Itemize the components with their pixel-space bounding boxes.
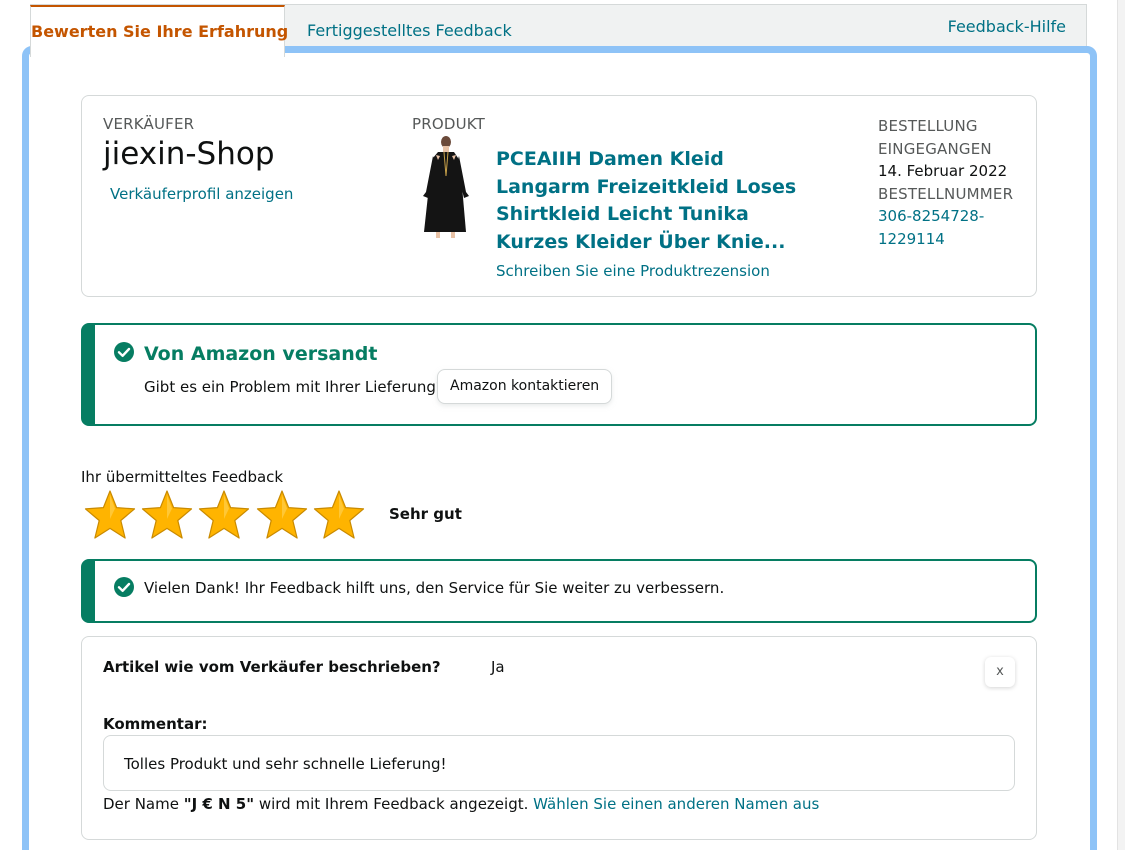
tab-rate-experience[interactable]: Bewerten Sie Ihre Erfahrung bbox=[30, 5, 288, 57]
order-info-card: VERKÄUFER jiexin-Shop Verkäuferprofil an… bbox=[81, 95, 1037, 297]
comment-label: Kommentar: bbox=[103, 715, 208, 733]
product-label: PRODUKT bbox=[412, 115, 486, 133]
rating-text: Sehr gut bbox=[389, 505, 462, 523]
seller-label: VERKÄUFER bbox=[103, 115, 195, 133]
write-review-link[interactable]: Schreiben Sie eine Produktrezension bbox=[496, 262, 770, 280]
display-name-prefix: Der Name bbox=[103, 795, 179, 813]
display-name-line: Der Name "J € N 5" wird mit Ihrem Feedba… bbox=[103, 795, 819, 813]
star-icon[interactable] bbox=[141, 489, 193, 541]
star-icon[interactable] bbox=[84, 489, 136, 541]
shipping-alert-title: Von Amazon versandt bbox=[144, 343, 378, 365]
change-name-link[interactable]: Wählen Sie einen anderen Namen aus bbox=[533, 795, 819, 813]
feedback-content: VERKÄUFER jiexin-Shop Verkäuferprofil an… bbox=[0, 0, 1125, 850]
display-name-suffix: wird mit Ihrem Feedback angezeigt. bbox=[258, 795, 529, 813]
seller-profile-link[interactable]: Verkäuferprofil anzeigen bbox=[110, 185, 293, 203]
star-rating bbox=[84, 489, 374, 541]
display-name-value: "J € N 5" bbox=[183, 795, 255, 813]
shipped-by-amazon-alert: Von Amazon versandt Gibt es ein Problem … bbox=[81, 323, 1037, 426]
contact-amazon-button[interactable]: Amazon kontaktieren bbox=[437, 369, 613, 404]
seller-name: jiexin-Shop bbox=[103, 136, 275, 172]
order-received-label: BESTELLUNG bbox=[878, 117, 978, 135]
star-icon[interactable] bbox=[313, 489, 365, 541]
feedback-detail-card: Artikel wie vom Verkäufer beschrieben? J… bbox=[81, 636, 1037, 840]
order-date: 14. Februar 2022 bbox=[878, 162, 1008, 180]
order-number-label: BESTELLNUMMER bbox=[878, 184, 1014, 203]
star-icon[interactable] bbox=[198, 489, 250, 541]
thanks-alert: Vielen Dank! Ihr Feedback hilft uns, den… bbox=[81, 559, 1037, 623]
comment-field[interactable]: Tolles Produkt und sehr schnelle Lieferu… bbox=[103, 735, 1015, 791]
product-thumbnail[interactable] bbox=[416, 136, 474, 238]
thanks-message: Vielen Dank! Ihr Feedback hilft uns, den… bbox=[144, 579, 725, 597]
as-described-question: Artikel wie vom Verkäufer beschrieben? bbox=[103, 658, 441, 676]
product-title-link[interactable]: PCEAIIH Damen Kleid Langarm Freizeitklei… bbox=[496, 146, 816, 256]
submitted-feedback-label: Ihr übermitteltes Feedback bbox=[81, 468, 284, 486]
order-details: BESTELLUNG EINGEGANGEN 14. Februar 2022 … bbox=[878, 115, 1028, 250]
check-circle-icon bbox=[114, 577, 134, 597]
delivery-problem-text: Gibt es ein Problem mit Ihrer Lieferung? bbox=[144, 378, 444, 396]
star-icon[interactable] bbox=[256, 489, 308, 541]
close-icon[interactable]: x bbox=[985, 657, 1015, 687]
order-number-link-cont[interactable]: 1229114 bbox=[878, 228, 1028, 251]
check-circle-icon bbox=[114, 342, 134, 362]
as-described-answer: Ja bbox=[491, 658, 505, 676]
order-received-label-2: EINGEGANGEN bbox=[878, 139, 992, 158]
order-number-link[interactable]: 306-8254728- bbox=[878, 205, 1028, 228]
